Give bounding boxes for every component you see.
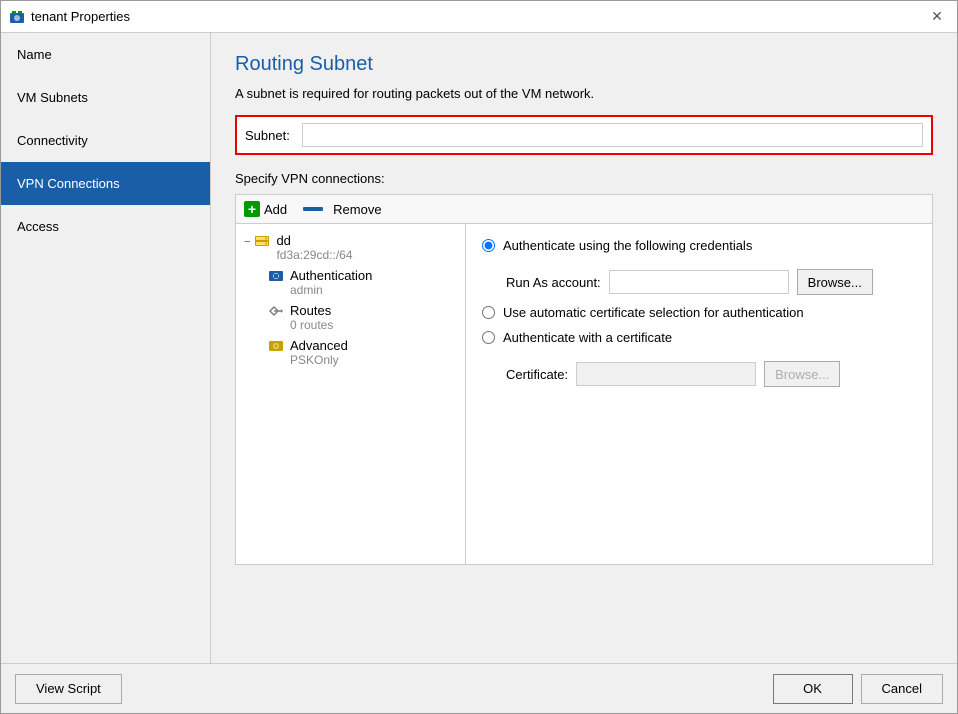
cancel-button[interactable]: Cancel [861,674,943,704]
vpn-panel: + Add Remove − [235,194,933,565]
add-label: Add [264,202,287,217]
auth-icon [268,268,284,284]
window-title: tenant Properties [31,9,130,24]
advanced-icon [268,338,284,354]
subnet-label: Subnet: [245,128,290,143]
advanced-sub: PSKOnly [290,353,348,367]
advanced-content: Advanced PSKOnly [290,338,348,367]
auth-option1-label: Authenticate using the following credent… [503,238,752,253]
page-title: Routing Subnet [235,53,933,76]
footer: View Script OK Cancel [1,663,957,713]
auth-content: Authentication admin [290,268,372,297]
main-content: Name VM Subnets Connectivity VPN Connect… [1,33,957,663]
remove-button[interactable]: Remove [303,202,381,217]
auth-option3-label: Authenticate with a certificate [503,330,672,345]
title-bar-left: tenant Properties [9,9,130,25]
subnet-input[interactable] [302,123,923,147]
sidebar-item-vm-subnets[interactable]: VM Subnets [1,76,210,119]
auth-radio-group: Authenticate using the following credent… [482,238,916,387]
content-area: Routing Subnet A subnet is required for … [211,33,957,663]
auth-option3-row: Authenticate with a certificate [482,330,916,345]
auth-option1-row: Authenticate using the following credent… [482,238,916,253]
cert-input[interactable] [576,362,756,386]
run-as-label: Run As account: [506,275,601,290]
ok-button[interactable]: OK [773,674,853,704]
sidebar-item-name[interactable]: Name [1,33,210,76]
plus-icon: + [244,201,260,217]
footer-left: View Script [15,674,122,704]
vpn-body: − [236,224,932,564]
close-button[interactable]: ✕ [925,5,949,29]
vpn-toolbar: + Add Remove [236,195,932,224]
view-script-button[interactable]: View Script [15,674,122,704]
advanced-name: Advanced [290,338,348,353]
routes-name: Routes [290,303,333,318]
routes-icon [268,303,284,319]
auth-sub: admin [290,283,372,297]
auth-option1-radio[interactable] [482,239,495,252]
remove-line-icon [303,207,323,211]
auth-option2-row: Use automatic certificate selection for … [482,305,916,320]
collapse-icon: − [244,233,250,251]
page-description: A subnet is required for routing packets… [235,86,933,101]
sidebar-item-connectivity[interactable]: Connectivity [1,119,210,162]
dd-sub: fd3a:29cd::/64 [276,248,352,262]
footer-right: OK Cancel [773,674,943,704]
add-button[interactable]: + Add [244,201,287,217]
vpn-detail: Authenticate using the following credent… [466,224,932,564]
remove-label: Remove [333,202,381,217]
run-as-row: Run As account: Browse... [506,269,916,295]
vpn-tree: − [236,224,466,564]
auth-option2-label: Use automatic certificate selection for … [503,305,804,320]
cert-label: Certificate: [506,367,568,382]
sidebar-item-vpn-connections[interactable]: VPN Connections [1,162,210,205]
cert-row: Certificate: Browse... [506,361,916,387]
run-as-input[interactable] [609,270,789,294]
auth-name: Authentication [290,268,372,283]
auth-option3-radio[interactable] [482,331,495,344]
browse-button-1[interactable]: Browse... [797,269,873,295]
title-bar: tenant Properties ✕ [1,1,957,33]
auth-option2-radio[interactable] [482,306,495,319]
tree-item-dd[interactable]: − [236,230,465,265]
window-icon [9,9,25,25]
sidebar: Name VM Subnets Connectivity VPN Connect… [1,33,211,663]
subnet-row: Subnet: [235,115,933,155]
dd-content: dd fd3a:29cd::/64 [276,233,352,262]
vpn-node-icon [254,233,270,249]
browse-button-2[interactable]: Browse... [764,361,840,387]
dd-name: dd [276,233,352,248]
routes-content: Routes 0 routes [290,303,333,332]
vpn-section-label: Specify VPN connections: [235,171,933,186]
routes-sub: 0 routes [290,318,333,332]
sidebar-item-access[interactable]: Access [1,205,210,248]
tree-item-authentication[interactable]: Authentication admin [236,265,465,300]
tree-item-routes[interactable]: Routes 0 routes [236,300,465,335]
main-window: tenant Properties ✕ Name VM Subnets Conn… [0,0,958,714]
tree-item-advanced[interactable]: Advanced PSKOnly [236,335,465,370]
